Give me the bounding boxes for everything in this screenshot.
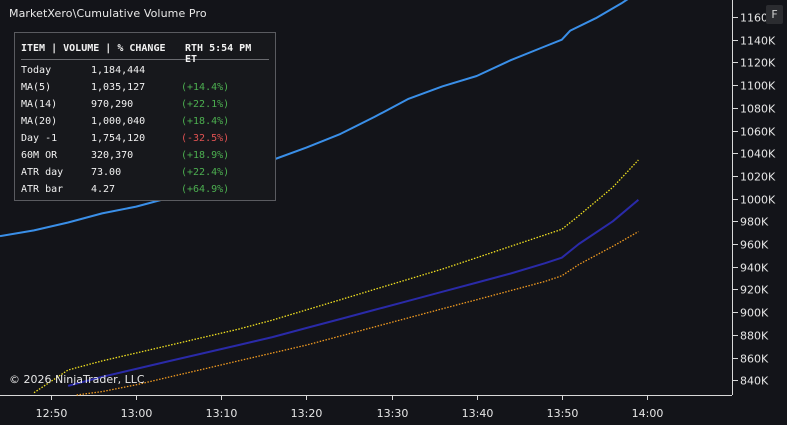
series-line-3: [76, 231, 639, 396]
stats-volume: 1,000,040: [91, 116, 146, 127]
stats-row: MA(14) 970,290 (+22.1%): [21, 99, 269, 116]
stats-row: ATR day 73.00 (+22.4%): [21, 167, 269, 184]
x-tick-label: 13:50: [547, 407, 579, 420]
x-tick-label: 14:00: [632, 407, 664, 420]
y-tick-label: 1140K: [740, 35, 776, 48]
y-tick-label: 960K: [740, 239, 769, 252]
stats-change: (+14.4%): [181, 82, 230, 93]
stats-row: Day -1 1,754,120 (-32.5%): [21, 133, 269, 150]
stats-change: (+18.9%): [181, 150, 230, 161]
stats-header-columns: ITEM | VOLUME | % CHANGE: [21, 43, 166, 54]
stats-change: (+22.4%): [181, 167, 230, 178]
stats-row: Today 1,184,444: [21, 65, 269, 82]
y-tick-label: 1080K: [740, 103, 776, 116]
copyright-notice: © 2026 NinjaTrader, LLC: [9, 373, 145, 386]
stats-item: 60M OR: [21, 150, 58, 161]
stats-row: MA(5) 1,035,127 (+14.4%): [21, 82, 269, 99]
stats-change: (+64.9%): [181, 184, 230, 195]
y-tick-label: 1040K: [740, 148, 776, 161]
y-tick-label: 920K: [740, 284, 769, 297]
stats-row: MA(20) 1,000,040 (+18.4%): [21, 116, 269, 133]
stats-volume: 1,184,444: [91, 65, 146, 76]
stats-row: ATR bar 4.27 (+64.9%): [21, 184, 269, 201]
stats-volume: 1,035,127: [91, 82, 146, 93]
x-tick-label: 12:50: [36, 407, 68, 420]
stats-header-session: RTH 5:54 PM ET: [185, 43, 252, 65]
stats-change: (-32.5%): [181, 133, 230, 144]
x-tick-label: 13:00: [121, 407, 153, 420]
stats-volume: 970,290: [91, 99, 134, 110]
stats-item: MA(20): [21, 116, 58, 127]
stats-header: ITEM | VOLUME | % CHANGE RTH 5:54 PM ET: [21, 43, 269, 65]
stats-table: ITEM | VOLUME | % CHANGE RTH 5:54 PM ET …: [14, 32, 276, 201]
stats-volume: 1,754,120: [91, 133, 146, 144]
stats-row: 60M OR 320,370 (+18.9%): [21, 150, 269, 167]
stats-item: ATR day: [21, 167, 64, 178]
y-tick-label: 900K: [740, 307, 769, 320]
stats-volume: 4.27: [91, 184, 116, 195]
y-tick-label: 1020K: [740, 171, 776, 184]
indicator-title: MarketXero\Cumulative Volume Pro: [9, 7, 207, 20]
stats-volume: 320,370: [91, 150, 134, 161]
x-tick-label: 13:30: [377, 407, 409, 420]
x-tick-label: 13:10: [206, 407, 238, 420]
y-tick-label: 880K: [740, 330, 769, 343]
x-tick-label: 13:20: [291, 407, 323, 420]
y-tick-label: 1120K: [740, 57, 776, 70]
y-tick-label: 940K: [740, 262, 769, 275]
float-toggle-button[interactable]: F: [766, 5, 783, 24]
y-tick-label: 1060K: [740, 126, 776, 139]
y-tick-label: 1000K: [740, 194, 776, 207]
stats-item: MA(5): [21, 82, 52, 93]
stats-item: Day -1: [21, 133, 58, 144]
stats-item: MA(14): [21, 99, 58, 110]
stats-item: Today: [21, 65, 52, 76]
stats-item: ATR bar: [21, 184, 64, 195]
y-tick-label: 860K: [740, 353, 769, 366]
y-tick-label: 980K: [740, 216, 769, 229]
series-line-2: [67, 199, 640, 387]
y-tick-label: 1100K: [740, 80, 776, 93]
stats-change: (+22.1%): [181, 99, 230, 110]
x-tick-label: 13:40: [462, 407, 494, 420]
y-tick-label: 840K: [740, 375, 769, 388]
stats-change: (+18.4%): [181, 116, 230, 127]
stats-volume: 73.00: [91, 167, 122, 178]
